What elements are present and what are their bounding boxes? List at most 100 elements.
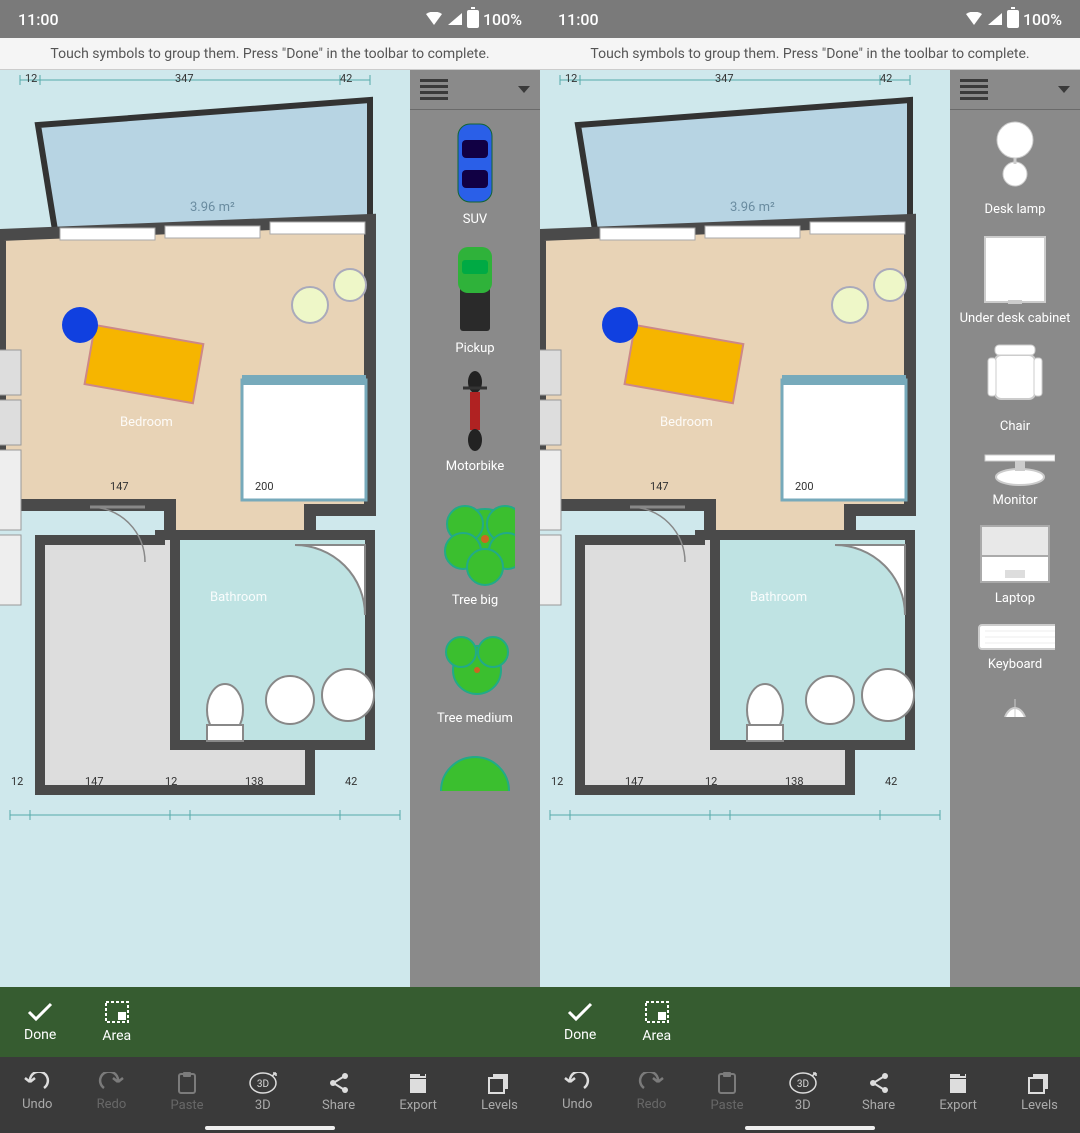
symbol-keyboard[interactable]: Keyboard <box>950 613 1080 679</box>
toolbar-label: Paste <box>171 1098 204 1113</box>
symbol-panel: Desk lamp Under desk cabinet Chair <box>950 70 1080 987</box>
symbol-motorbike[interactable]: Motorbike <box>410 362 540 481</box>
dim: 147 <box>650 480 669 493</box>
dim: 42 <box>885 775 897 788</box>
toolbar-label: Export <box>399 1098 437 1113</box>
levels-button[interactable]: Levels <box>1021 1071 1058 1113</box>
symbol-label: Laptop <box>995 591 1035 607</box>
panel-header[interactable] <box>410 70 540 110</box>
dim: 42 <box>345 775 357 788</box>
pickup-icon <box>435 242 515 337</box>
paste-button[interactable]: Paste <box>171 1071 204 1113</box>
chevron-down-icon[interactable] <box>1058 86 1070 93</box>
hint-text: Touch symbols to group them. Press "Done… <box>590 46 1029 62</box>
nav-indicator <box>745 1126 875 1130</box>
canvas[interactable]: 3.96 m² Bedroom Bathroom 12 347 42 147 2… <box>0 70 410 987</box>
symbol-label: Motorbike <box>446 459 505 475</box>
symbol-pickup[interactable]: Pickup <box>410 234 540 363</box>
levels-icon <box>486 1071 512 1095</box>
symbol-mouse-partial[interactable] <box>950 679 1080 727</box>
symbol-label: Under desk cabinet <box>960 311 1071 327</box>
export-icon <box>407 1071 429 1095</box>
symbol-desk-lamp[interactable]: Desk lamp <box>950 110 1080 224</box>
symbol-label: Tree big <box>452 593 498 609</box>
export-button[interactable]: Export <box>399 1071 437 1113</box>
mouse-icon <box>975 687 1055 717</box>
nav-indicator <box>205 1126 335 1130</box>
toolbar-label: Levels <box>481 1098 518 1113</box>
dim: 12 <box>25 72 37 85</box>
symbol-label: Keyboard <box>988 657 1042 673</box>
room-label-bathroom: Bathroom <box>750 590 807 605</box>
battery-icon <box>1007 10 1019 28</box>
toolbar-label: 3D <box>255 1098 271 1113</box>
chair-icon <box>975 340 1055 415</box>
dim: 12 <box>565 72 577 85</box>
area-button[interactable]: Area <box>642 1000 671 1044</box>
toolbar-label: Share <box>322 1098 355 1113</box>
workspace: 3.96 m² Bedroom Bathroom 12 347 42 147 2… <box>0 70 540 987</box>
bottom-toolbar: Undo Redo Paste 3D 3D Share Export Level… <box>0 1057 540 1133</box>
screenshot-left: 11:00 100% Touch symbols to group them. … <box>0 0 540 1133</box>
battery-percent: 100% <box>1023 10 1062 29</box>
undo-button[interactable]: Undo <box>562 1072 592 1112</box>
symbol-chair[interactable]: Chair <box>950 332 1080 441</box>
toolbar-label: Export <box>939 1098 977 1113</box>
redo-icon <box>98 1072 124 1094</box>
3d-button[interactable]: 3D 3D <box>788 1071 818 1113</box>
hint-bar: Touch symbols to group them. Press "Done… <box>0 38 540 70</box>
dim: 12 <box>705 775 717 788</box>
svg-text:3D: 3D <box>797 1079 809 1090</box>
share-button[interactable]: Share <box>862 1071 895 1113</box>
canvas[interactable]: 3.96 m² Bedroom Bathroom 12 347 42 147 2… <box>540 70 950 987</box>
toolbar-label: Levels <box>1021 1098 1058 1113</box>
wifi-icon <box>965 12 983 26</box>
share-button[interactable]: Share <box>322 1071 355 1113</box>
action-label: Area <box>642 1028 671 1044</box>
symbol-laptop[interactable]: Laptop <box>950 514 1080 613</box>
redo-button[interactable]: Redo <box>637 1072 667 1112</box>
dim: 347 <box>715 72 734 85</box>
action-bar: Done Area <box>0 987 540 1057</box>
symbol-suv[interactable]: SUV <box>410 110 540 234</box>
symbol-tree-medium[interactable]: Tree medium <box>410 614 540 733</box>
dim: 138 <box>785 775 804 788</box>
symbol-tree-big[interactable]: Tree big <box>410 481 540 615</box>
panel-header[interactable] <box>950 70 1080 110</box>
paste-icon <box>176 1071 198 1095</box>
symbol-monitor[interactable]: Monitor <box>950 441 1080 515</box>
export-button[interactable]: Export <box>939 1071 977 1113</box>
laptop-icon <box>975 522 1055 587</box>
redo-button[interactable]: Redo <box>97 1072 127 1112</box>
desk-lamp-icon <box>975 118 1055 198</box>
panel-items[interactable]: SUV Pickup Motorbike <box>410 110 540 987</box>
menu-icon[interactable] <box>960 79 988 100</box>
toolbar-label: Share <box>862 1098 895 1113</box>
share-icon <box>867 1071 891 1095</box>
done-button[interactable]: Done <box>24 1001 56 1043</box>
panel-items[interactable]: Desk lamp Under desk cabinet Chair <box>950 110 1080 987</box>
symbol-tree-partial[interactable] <box>410 733 540 801</box>
chevron-down-icon[interactable] <box>518 86 530 93</box>
status-time: 11:00 <box>558 10 599 29</box>
paste-button[interactable]: Paste <box>711 1071 744 1113</box>
area-button[interactable]: Area <box>102 1000 131 1044</box>
3d-button[interactable]: 3D 3D <box>248 1071 278 1113</box>
levels-button[interactable]: Levels <box>481 1071 518 1113</box>
wifi-icon <box>425 12 443 26</box>
toolbar-label: Undo <box>22 1097 52 1112</box>
check-icon <box>566 1001 594 1023</box>
area-icon <box>644 1000 670 1024</box>
export-icon <box>947 1071 969 1095</box>
undo-button[interactable]: Undo <box>22 1072 52 1112</box>
svg-text:3D: 3D <box>257 1079 269 1090</box>
menu-icon[interactable] <box>420 79 448 100</box>
motorbike-icon <box>435 370 515 455</box>
dim: 200 <box>255 480 274 493</box>
symbol-under-desk-cabinet[interactable]: Under desk cabinet <box>950 224 1080 333</box>
dim: 12 <box>11 775 23 788</box>
done-button[interactable]: Done <box>564 1001 596 1043</box>
workspace: 3.96 m² Bedroom Bathroom 12 347 42 147 2… <box>540 70 1080 987</box>
dim: 200 <box>795 480 814 493</box>
status-icons: 100% <box>425 10 522 29</box>
